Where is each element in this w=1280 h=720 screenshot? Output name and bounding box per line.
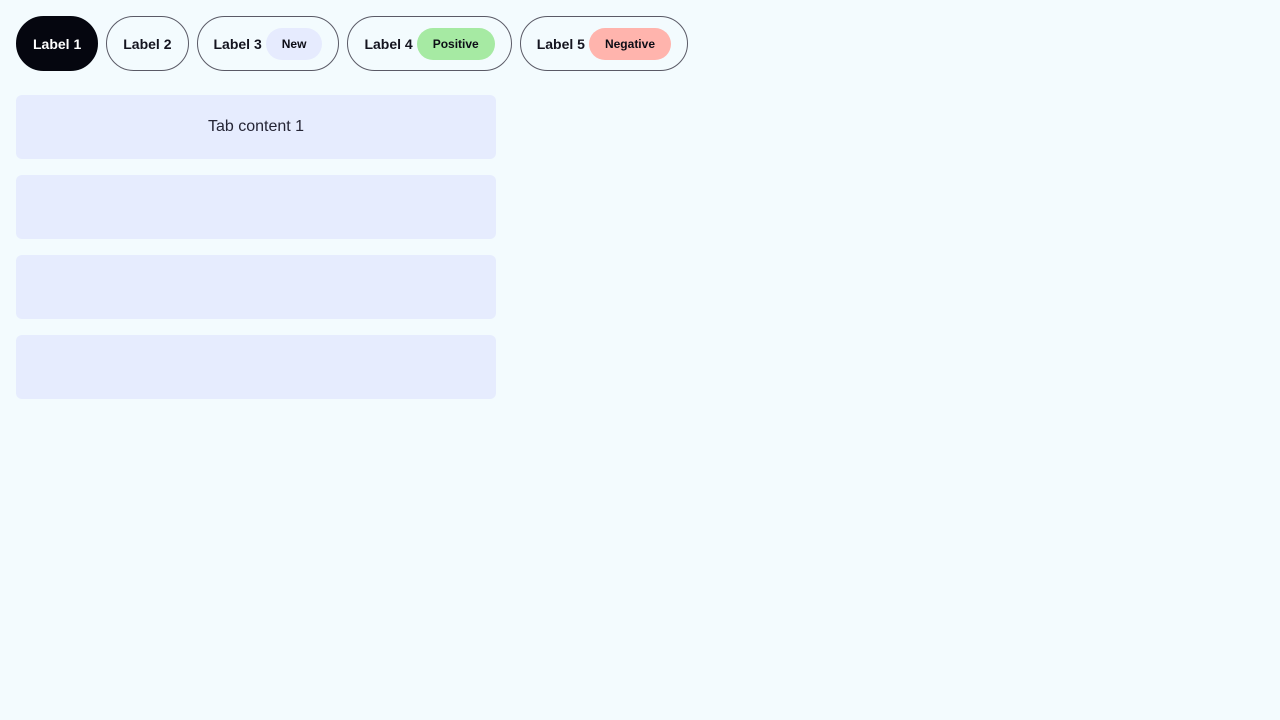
- tab-panel-content: Tab content 1: [16, 95, 496, 159]
- positive-badge: Positive: [416, 27, 495, 60]
- tab-panels: Tab content 1: [16, 95, 496, 415]
- new-badge: New: [265, 27, 323, 60]
- tab-label-5[interactable]: Label 5 Negative: [519, 16, 688, 71]
- tab-bar: Label 1 Label 2 Label 3 New Label 4 Posi…: [16, 16, 688, 71]
- tab-label: Label 2: [123, 35, 172, 52]
- tab-label: Label 5: [536, 35, 585, 52]
- negative-badge: Negative: [588, 27, 671, 60]
- tab-panel-placeholder: [16, 335, 496, 399]
- tab-label: Label 4: [364, 35, 413, 52]
- tab-panel-placeholder: [16, 175, 496, 239]
- tab-label: Label 1: [33, 35, 82, 52]
- tab-panel-placeholder: [16, 255, 496, 319]
- tab-label: Label 3: [213, 35, 262, 52]
- tab-label-3[interactable]: Label 3 New: [196, 16, 340, 71]
- tab-label-2[interactable]: Label 2: [106, 16, 189, 71]
- tab-label-4[interactable]: Label 4 Positive: [347, 16, 512, 71]
- tab-label-1[interactable]: Label 1: [16, 16, 99, 71]
